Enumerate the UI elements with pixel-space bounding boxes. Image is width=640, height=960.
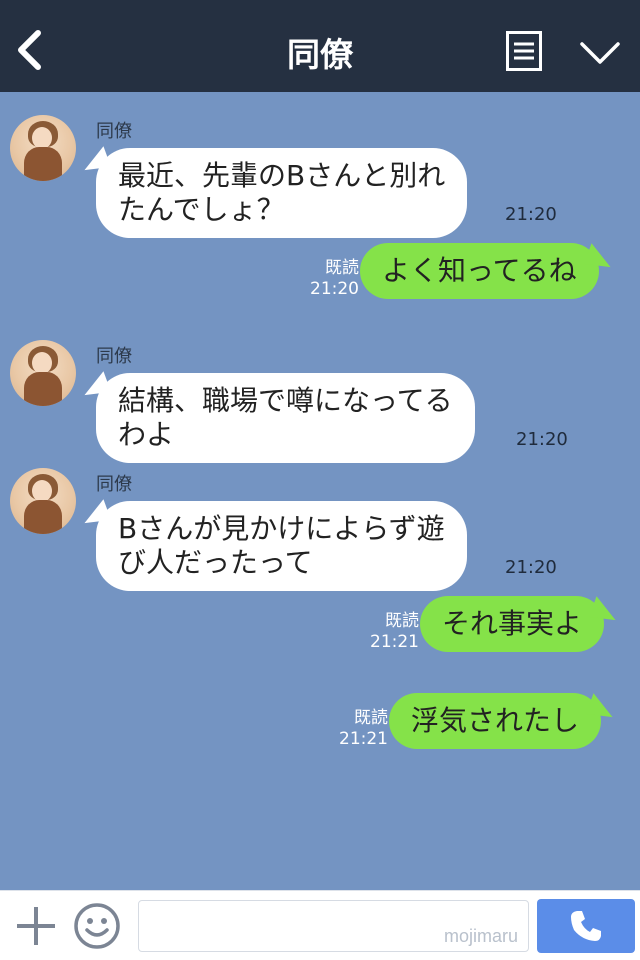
read-receipt: 既読 21:21 (339, 708, 388, 750)
watermark: mojimaru (443, 926, 518, 946)
message-line: Bさんが見かけによらず遊 (118, 512, 445, 545)
message-time: 21:20 (505, 557, 557, 578)
message-line: たんでしょ？ (118, 193, 285, 226)
sender-name: 同僚 (96, 121, 132, 142)
incoming-bubble[interactable]: 最近、先輩のBさんと別れ たんでしょ？ (96, 148, 468, 238)
read-receipt: 既読 21:20 (310, 258, 359, 300)
read-receipt: 既読 21:21 (370, 611, 419, 653)
chat-area[interactable]: 同僚 最近、先輩のBさんと別れ たんでしょ？ 21:20 既読 21:20 よく… (0, 92, 640, 890)
message-time: 21:20 (505, 204, 557, 225)
sender-name: 同僚 (96, 474, 132, 495)
plus-icon[interactable] (14, 904, 58, 948)
input-bar: mojimaru (0, 890, 640, 960)
chat-header: 同僚 (0, 0, 640, 92)
message-time: 21:21 (370, 632, 419, 652)
read-label: 既読 (325, 258, 359, 278)
read-label: 既読 (354, 708, 388, 728)
call-button[interactable] (537, 899, 635, 953)
message-line: 最近、先輩のBさんと別れ (118, 159, 446, 192)
message-time: 21:20 (516, 429, 568, 450)
message-line: わよ (118, 418, 175, 451)
message-line: び人だったって (118, 546, 313, 579)
outgoing-bubble[interactable]: よく知ってるね (360, 243, 599, 299)
chat-title: 同僚 (287, 35, 353, 74)
menu-lines-icon[interactable] (506, 31, 542, 71)
smiley-icon[interactable] (73, 902, 121, 950)
message-time: 21:20 (310, 279, 359, 299)
avatar[interactable] (10, 115, 76, 181)
message-line: 結構、職場で噂になってる (118, 384, 453, 417)
incoming-bubble[interactable]: 結構、職場で噂になってる わよ (96, 373, 475, 463)
message-input[interactable]: mojimaru (138, 900, 529, 952)
read-label: 既読 (385, 611, 419, 631)
chevron-down-icon[interactable] (579, 40, 621, 66)
avatar[interactable] (10, 468, 76, 534)
outgoing-bubble[interactable]: 浮気されたし (389, 693, 602, 749)
avatar[interactable] (10, 340, 76, 406)
message-time: 21:21 (339, 729, 388, 749)
outgoing-bubble[interactable]: それ事実よ (420, 596, 605, 652)
incoming-bubble[interactable]: Bさんが見かけによらず遊 び人だったって (96, 501, 467, 591)
phone-icon (571, 911, 601, 941)
sender-name: 同僚 (96, 346, 132, 367)
